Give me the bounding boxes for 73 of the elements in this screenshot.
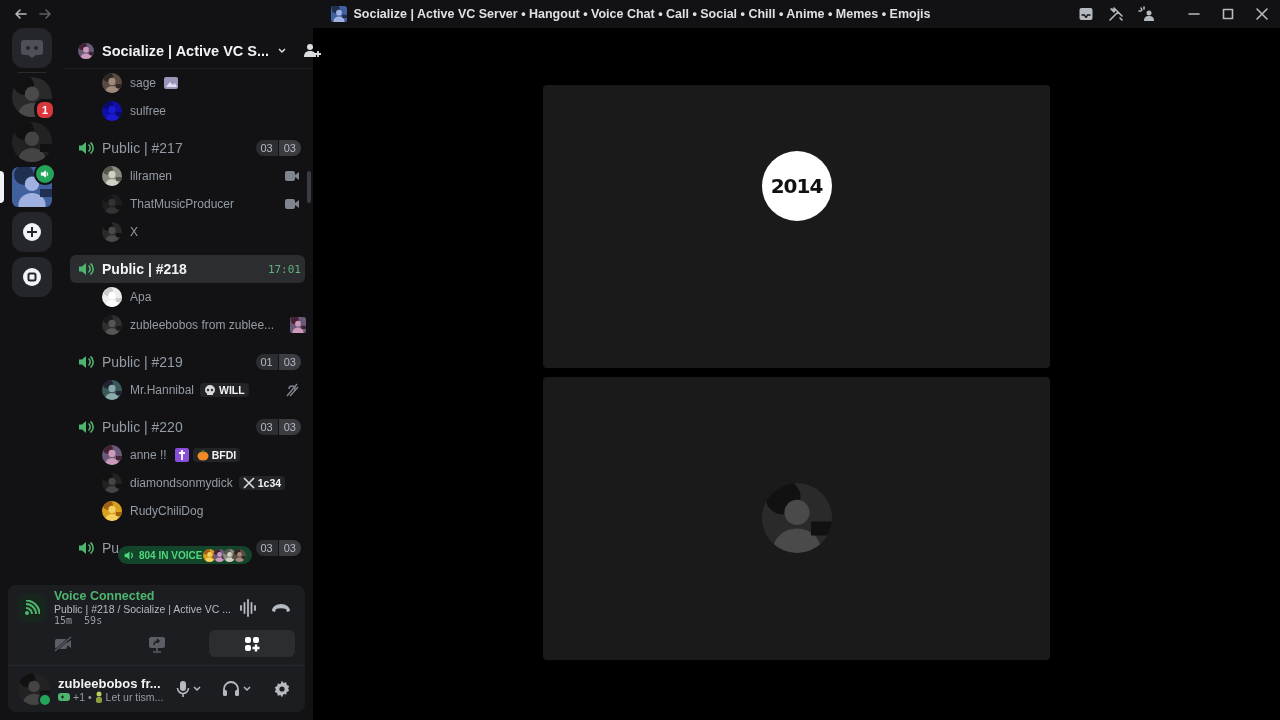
speaker-icon [124, 549, 135, 561]
waveform-icon[interactable] [239, 598, 257, 617]
user-count: 01 03 [255, 354, 301, 370]
chat-bubble-icon [20, 38, 44, 58]
screen-share-icon [148, 634, 167, 653]
speaker-icon [40, 169, 50, 179]
role-tag: 1c34 [238, 476, 286, 490]
image-icon [164, 77, 179, 89]
pumpkin-icon [196, 449, 209, 461]
member-name: zubleebobos from zublee... [130, 318, 275, 332]
forward-arrow-icon[interactable] [38, 7, 52, 21]
connection-status: Voice Connected [54, 589, 155, 603]
speaker-icon [78, 140, 94, 156]
figure-icon [94, 690, 103, 703]
member-name: X [130, 225, 138, 239]
speaker-icon [78, 354, 94, 370]
elapsed-time: 15m 59s [54, 615, 103, 626]
user-count: 03 03 [255, 540, 301, 556]
member-name: lilramen [130, 169, 172, 183]
voice-channel[interactable]: Public | #219 01 03 [70, 348, 305, 376]
activities-icon [243, 635, 260, 652]
voice-channel[interactable]: Public | #220 03 03 [70, 413, 305, 441]
member-name: diamondsonmydick [130, 476, 233, 490]
settings-icon[interactable] [273, 680, 291, 698]
member-name: Mr.Hannibal [130, 383, 195, 397]
window-title: Socialize | Active VC Server • Hangout • Voice Chat • Call • Social • Chill • Anime • Memes • Emojis [353, 7, 931, 21]
participant-avatar: 2014 [761, 151, 832, 221]
member-name: RudyChiliDog [130, 504, 204, 518]
username: zubleebobos fr... [58, 675, 161, 691]
camera-off-icon [54, 635, 73, 652]
custom-status: Let ur tism... [105, 690, 164, 703]
member-name: anne !! [130, 448, 167, 462]
voice-channel[interactable]: Public | #218 17:01 [70, 255, 305, 283]
plus-icon [23, 223, 41, 241]
user-count: 03 03 [255, 419, 301, 435]
caret-icon [242, 684, 252, 694]
role-tag: BFDI [192, 448, 241, 462]
activity-count: +1 • [73, 690, 92, 703]
microphone-button[interactable] [175, 679, 203, 699]
in-voice-toast[interactable]: 804 IN VOICE [118, 546, 253, 564]
caret-icon [192, 684, 202, 694]
close-icon[interactable] [1256, 8, 1268, 20]
tools-icon[interactable] [1108, 6, 1124, 22]
server-name: Socialize | Active VC S... [102, 43, 270, 59]
member-name: sulfree [130, 104, 167, 118]
member-name: Apa [130, 290, 152, 304]
call-timer: 17:01 [267, 262, 301, 276]
speaker-icon [78, 261, 94, 277]
headset-button[interactable] [221, 679, 253, 699]
mention-badge: 1 [34, 99, 56, 121]
role-tag: WILL [200, 383, 249, 397]
inbox-icon[interactable] [1078, 6, 1094, 22]
voice-channel[interactable]: Public | #217 03 03 [70, 134, 305, 162]
figure-icon[interactable] [1138, 6, 1156, 22]
cross-icon [174, 448, 189, 462]
back-arrow-icon[interactable] [14, 7, 28, 21]
skull-icon [204, 384, 217, 396]
member-name: ThatMusicProducer [130, 197, 235, 211]
discover-button[interactable] [12, 257, 52, 297]
maximize-icon[interactable] [1222, 8, 1234, 20]
activities-button[interactable] [208, 630, 295, 657]
add-server-button[interactable] [12, 212, 52, 252]
microphone-icon [176, 680, 190, 698]
user-count: 03 03 [255, 140, 301, 156]
speaker-icon [78, 540, 94, 556]
scrollbar [307, 171, 311, 203]
headset-icon [222, 680, 240, 698]
signal-icon [24, 599, 40, 616]
member-name: sage [130, 76, 157, 90]
caret-icon[interactable] [277, 46, 288, 56]
add-member-icon[interactable] [303, 43, 322, 59]
speaker-icon [78, 419, 94, 435]
channel-path: Public | #218 / Socialize | Active VC ... [54, 603, 232, 615]
